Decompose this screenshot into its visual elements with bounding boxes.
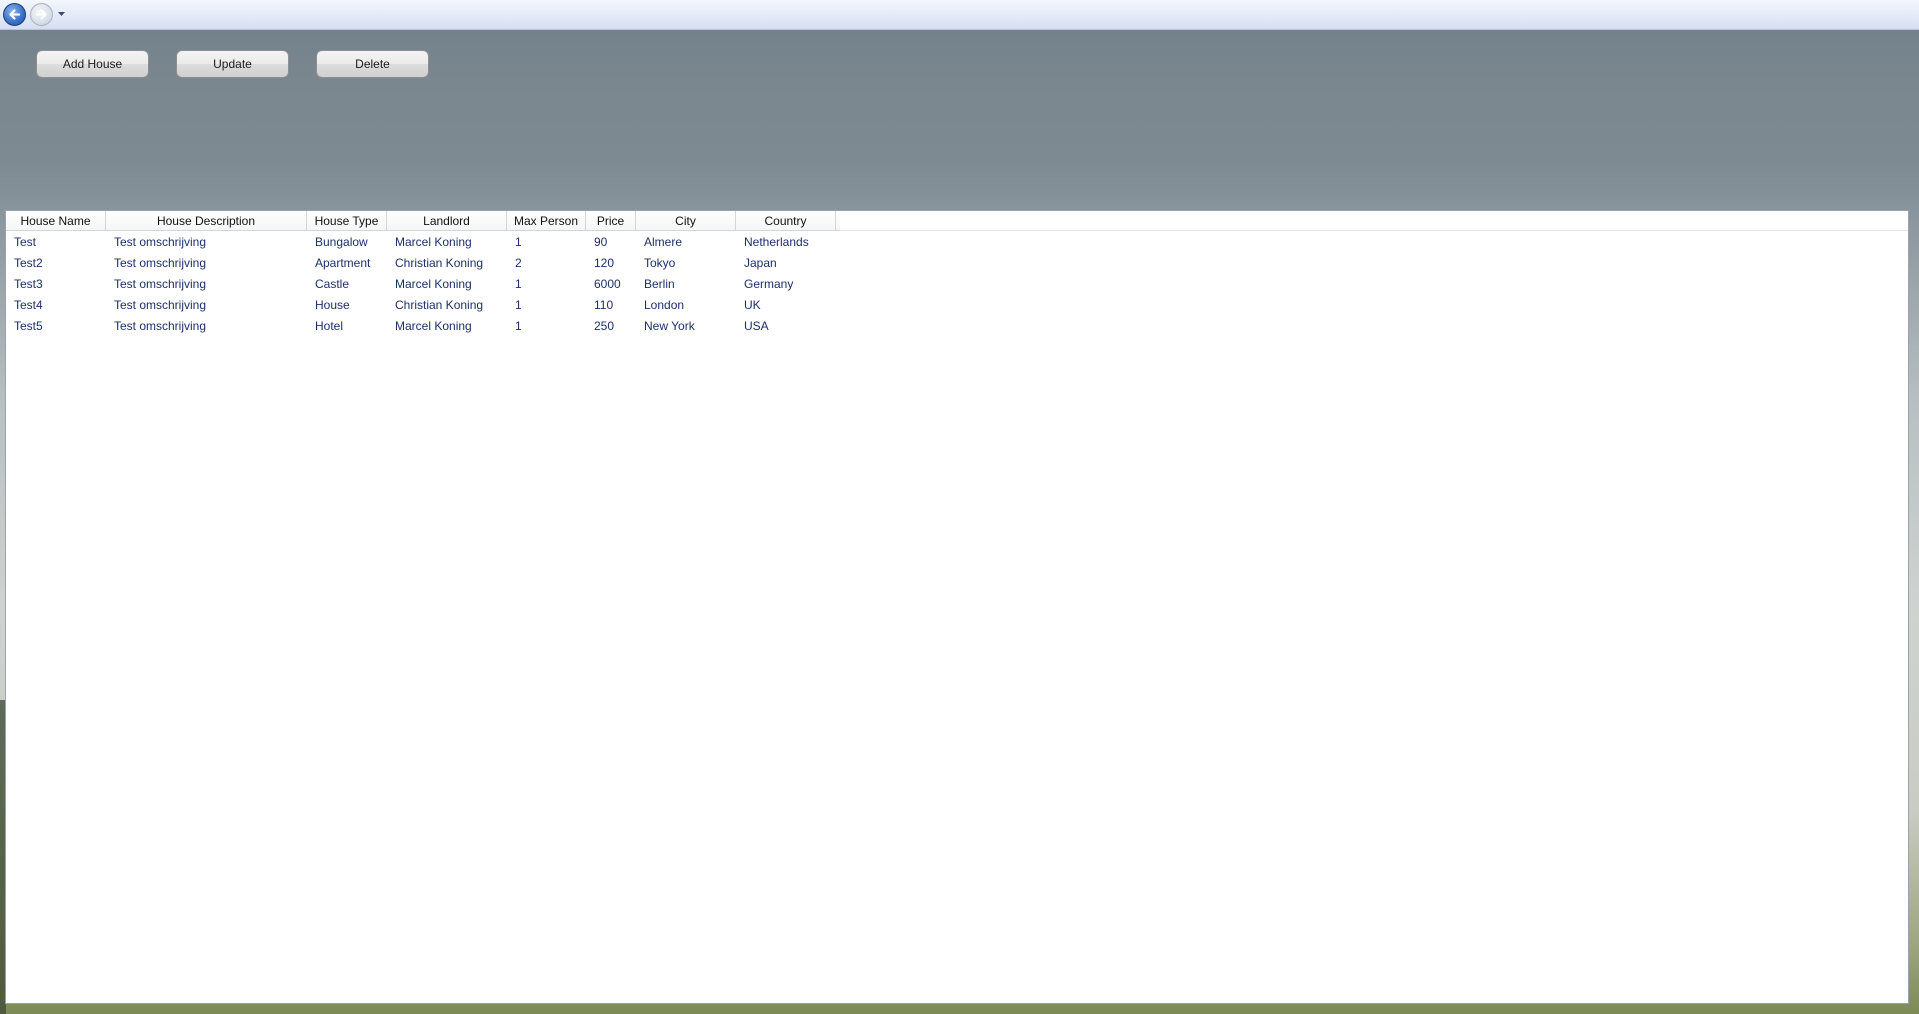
forward-arrow-icon — [35, 9, 47, 20]
table-row[interactable]: Test5 Test omschrijving Hotel Marcel Kon… — [6, 315, 836, 336]
column-header-landlord[interactable]: Landlord — [387, 211, 507, 230]
cell-house-name: Test3 — [14, 276, 43, 291]
cell-country: Germany — [744, 276, 794, 291]
cell-max-person: 1 — [515, 297, 522, 312]
cell-house-type: Apartment — [315, 255, 371, 270]
houses-grid[interactable]: House Name House Description House Type … — [5, 210, 1909, 1004]
back-arrow-icon — [9, 9, 21, 20]
cell-city: London — [644, 297, 685, 312]
cell-house-type: Bungalow — [315, 234, 368, 249]
table-row[interactable]: Test2 Test omschrijving Apartment Christ… — [6, 252, 836, 273]
cell-price: 110 — [594, 297, 614, 312]
header-divider — [840, 230, 1908, 231]
cell-country: UK — [744, 297, 761, 312]
column-header-price[interactable]: Price — [586, 211, 636, 230]
cell-city: Berlin — [644, 276, 675, 291]
cell-country: Japan — [744, 255, 777, 270]
chevron-down-icon — [58, 11, 65, 16]
cell-city: Tokyo — [644, 255, 676, 270]
cell-house-type: Castle — [315, 276, 350, 291]
cell-city: New York — [644, 318, 695, 333]
cell-landlord: Marcel Koning — [395, 234, 472, 249]
cell-house-description: Test omschrijving — [114, 234, 207, 249]
add-house-button[interactable]: Add House — [36, 50, 149, 78]
table-row[interactable]: Test4 Test omschrijving House Christian … — [6, 294, 836, 315]
cell-country: Netherlands — [744, 234, 809, 249]
navigation-bar — [0, 0, 1919, 30]
cell-landlord: Christian Koning — [395, 297, 484, 312]
column-header-city[interactable]: City — [636, 211, 736, 230]
cell-price: 90 — [594, 234, 608, 249]
column-header-house-name[interactable]: House Name — [6, 211, 106, 230]
history-dropdown[interactable] — [57, 9, 66, 19]
cell-house-type: House — [315, 297, 350, 312]
cell-price: 120 — [594, 255, 615, 270]
cell-house-description: Test omschrijving — [114, 276, 207, 291]
column-header-country[interactable]: Country — [736, 211, 836, 230]
delete-button[interactable]: Delete — [316, 50, 429, 78]
cell-max-person: 1 — [515, 276, 522, 291]
cell-price: 6000 — [594, 276, 621, 291]
cell-country: USA — [744, 318, 769, 333]
back-button[interactable] — [3, 3, 26, 26]
table-row[interactable]: Test3 Test omschrijving Castle Marcel Ko… — [6, 273, 836, 294]
update-button[interactable]: Update — [176, 50, 289, 78]
cell-max-person: 1 — [515, 234, 522, 249]
cell-max-person: 1 — [515, 318, 522, 333]
table-row[interactable]: Test Test omschrijving Bungalow Marcel K… — [6, 231, 836, 252]
cell-city: Almere — [644, 234, 683, 249]
cell-landlord: Marcel Koning — [395, 318, 472, 333]
cell-house-type: Hotel — [315, 318, 344, 333]
grid-rows: Test Test omschrijving Bungalow Marcel K… — [6, 231, 836, 336]
cell-max-person: 2 — [515, 255, 522, 270]
column-header-house-description[interactable]: House Description — [106, 211, 307, 230]
cell-house-description: Test omschrijving — [114, 297, 207, 312]
cell-house-name: Test4 — [14, 297, 43, 312]
cell-house-name: Test5 — [14, 318, 43, 333]
cell-landlord: Marcel Koning — [395, 276, 472, 291]
cell-house-name: Test — [14, 234, 37, 249]
grid-header: House Name House Description House Type … — [6, 211, 840, 231]
column-header-max-person[interactable]: Max Person — [507, 211, 586, 230]
cell-landlord: Christian Koning — [395, 255, 484, 270]
forward-button[interactable] — [30, 3, 53, 26]
cell-house-description: Test omschrijving — [114, 255, 207, 270]
cell-house-name: Test2 — [14, 255, 43, 270]
cell-house-description: Test omschrijving — [114, 318, 207, 333]
cell-price: 250 — [594, 318, 615, 333]
column-header-house-type[interactable]: House Type — [307, 211, 387, 230]
